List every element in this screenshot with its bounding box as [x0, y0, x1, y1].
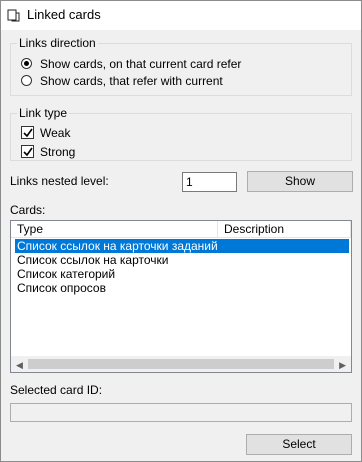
nested-level-label: Links nested level:: [10, 174, 109, 188]
radio-indicator[interactable]: [21, 75, 32, 86]
cards-label: Cards:: [10, 203, 46, 217]
title-bar: Linked cards: [1, 1, 361, 30]
cards-list[interactable]: Type Description Список ссылок на карточ…: [10, 220, 352, 373]
window-title: Linked cards: [27, 7, 101, 22]
linked-cards-icon: [7, 8, 21, 22]
checkbox-label: Weak: [40, 126, 71, 140]
selected-card-label: Selected card ID:: [10, 383, 103, 397]
list-item[interactable]: Список ссылок на карточки заданий: [15, 239, 349, 253]
list-item[interactable]: Список ссылок на карточки: [15, 253, 349, 267]
list-header: Type Description: [11, 221, 351, 238]
linked-cards-window: Linked cards Links direction Show cards,…: [0, 0, 362, 462]
scroll-left-icon[interactable]: ◀: [16, 360, 23, 371]
column-header-description[interactable]: Description: [218, 221, 351, 237]
checkbox-indicator[interactable]: [21, 126, 34, 139]
radio-indicator[interactable]: [21, 58, 32, 69]
checkbox-label: Strong: [40, 145, 76, 159]
list-item[interactable]: Список категорий: [15, 267, 349, 281]
links-direction-group: Links direction Show cards, on that curr…: [10, 36, 352, 96]
radio-label: Show cards, that refer with current: [40, 74, 223, 88]
nested-level-input[interactable]: [182, 172, 237, 192]
link-type-group: Link type Weak Strong: [10, 106, 352, 161]
list-item[interactable]: Список опросов: [15, 281, 349, 295]
checkbox-indicator[interactable]: [21, 145, 34, 158]
select-button[interactable]: Select: [246, 434, 352, 455]
links-direction-legend: Links direction: [17, 36, 98, 50]
scroll-thumb[interactable]: [28, 359, 334, 369]
show-button[interactable]: Show: [247, 171, 353, 192]
horizontal-scrollbar[interactable]: ◀ ▶: [11, 356, 351, 372]
selected-card-id-field: [10, 403, 352, 422]
link-type-legend: Link type: [17, 106, 70, 120]
radio-label: Show cards, on that current card refer: [40, 57, 242, 71]
column-header-type[interactable]: Type: [11, 221, 218, 237]
scroll-right-icon[interactable]: ▶: [339, 360, 346, 371]
